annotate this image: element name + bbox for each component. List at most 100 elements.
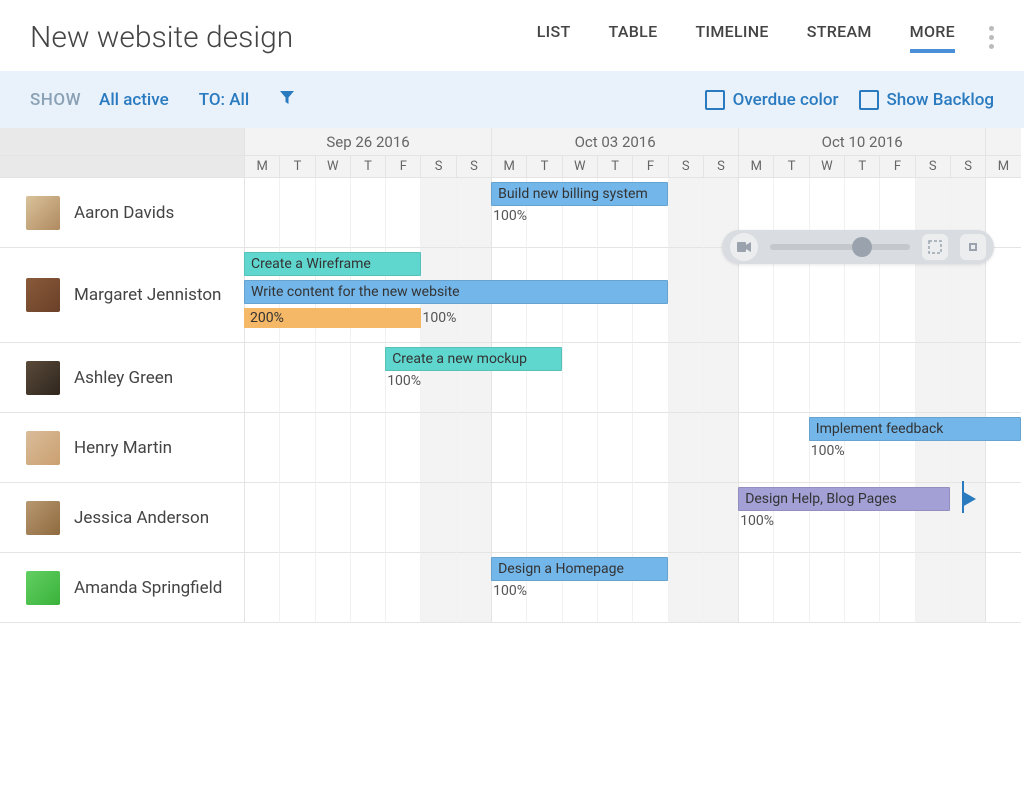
gantt-cell[interactable] — [668, 553, 703, 623]
gantt-cell[interactable] — [350, 553, 385, 623]
zoom-slider-track[interactable] — [770, 244, 910, 250]
gantt-cell[interactable] — [668, 248, 703, 343]
gantt-cell[interactable] — [315, 178, 350, 248]
gantt-cell[interactable] — [738, 413, 773, 483]
gantt-cell[interactable] — [385, 553, 420, 623]
person-row[interactable]: Amanda Springfield — [0, 553, 244, 623]
gantt-bar[interactable]: Implement feedback — [809, 417, 1021, 441]
gantt-cell[interactable] — [703, 553, 738, 623]
gantt-cell[interactable] — [456, 413, 491, 483]
gantt-cell[interactable] — [562, 343, 597, 413]
gantt-cell[interactable] — [244, 343, 279, 413]
gantt-cell[interactable] — [915, 343, 950, 413]
gantt-cell[interactable] — [879, 343, 914, 413]
tab-more[interactable]: MORE — [910, 22, 955, 53]
gantt-cell[interactable] — [420, 483, 455, 553]
gantt-cell[interactable] — [315, 483, 350, 553]
gantt-cell[interactable] — [668, 483, 703, 553]
person-row[interactable]: Jessica Anderson — [0, 483, 244, 553]
kebab-menu-icon[interactable] — [989, 26, 994, 49]
gantt-cell[interactable] — [315, 553, 350, 623]
gantt-cell[interactable] — [597, 483, 632, 553]
gantt-cell[interactable] — [773, 553, 808, 623]
gantt-cell[interactable] — [244, 413, 279, 483]
filter-funnel-icon[interactable] — [279, 89, 295, 110]
fullscreen-icon[interactable] — [922, 234, 948, 260]
tab-table[interactable]: TABLE — [609, 22, 658, 53]
gantt-cell[interactable] — [738, 553, 773, 623]
gantt-cell[interactable] — [879, 553, 914, 623]
gantt-cell[interactable] — [668, 413, 703, 483]
gantt-cell[interactable] — [350, 178, 385, 248]
gantt-cell[interactable] — [456, 483, 491, 553]
gantt-cell[interactable] — [244, 553, 279, 623]
gantt-cell[interactable] — [632, 483, 667, 553]
person-row[interactable]: Margaret Jenniston — [0, 248, 244, 343]
tab-list[interactable]: LIST — [537, 22, 571, 53]
gantt-cell[interactable] — [773, 413, 808, 483]
gantt-cell[interactable] — [491, 483, 526, 553]
gantt-cell[interactable] — [279, 178, 314, 248]
video-icon[interactable] — [730, 233, 758, 261]
gantt-bar[interactable]: Create a Wireframe — [244, 252, 421, 276]
gantt-cell[interactable] — [985, 248, 1020, 343]
gantt-cell[interactable] — [279, 343, 314, 413]
gantt-cell[interactable] — [526, 413, 561, 483]
tab-timeline[interactable]: TIMELINE — [695, 22, 768, 53]
gantt-cell[interactable] — [809, 343, 844, 413]
gantt-cell[interactable] — [456, 178, 491, 248]
gantt-cell[interactable] — [668, 178, 703, 248]
gantt-cell[interactable] — [738, 343, 773, 413]
gantt-cell[interactable] — [950, 553, 985, 623]
gantt-cell[interactable] — [632, 413, 667, 483]
gantt-cell[interactable] — [809, 553, 844, 623]
gantt-cell[interactable] — [526, 483, 561, 553]
gantt-cell[interactable] — [703, 413, 738, 483]
person-row[interactable]: Henry Martin — [0, 413, 244, 483]
gantt-cell[interactable] — [385, 483, 420, 553]
gantt-cell[interactable] — [350, 413, 385, 483]
gantt-cell[interactable] — [597, 343, 632, 413]
gantt-cell[interactable] — [350, 343, 385, 413]
gantt-cell[interactable] — [773, 343, 808, 413]
person-row[interactable]: Aaron Davids — [0, 178, 244, 248]
fit-icon[interactable] — [960, 234, 986, 260]
gantt-cell[interactable] — [703, 343, 738, 413]
gantt-cell[interactable] — [244, 178, 279, 248]
gantt-cell[interactable] — [950, 343, 985, 413]
gantt-cell[interactable] — [420, 178, 455, 248]
gantt-cell[interactable] — [420, 413, 455, 483]
gantt-bar[interactable]: Design Help, Blog Pages — [738, 487, 950, 511]
gantt-cell[interactable] — [985, 483, 1020, 553]
gantt-cell[interactable] — [915, 553, 950, 623]
gantt-cell[interactable] — [350, 483, 385, 553]
gantt-bar[interactable]: Design a Homepage — [491, 557, 668, 581]
gantt-cell[interactable] — [844, 553, 879, 623]
gantt-bar[interactable]: Build new billing system — [491, 182, 668, 206]
gantt-cell[interactable] — [385, 413, 420, 483]
gantt-cell[interactable] — [985, 553, 1020, 623]
filter-to-all[interactable]: TO: All — [199, 90, 250, 110]
gantt-cell[interactable] — [668, 343, 703, 413]
gantt-cell[interactable] — [315, 343, 350, 413]
gantt-cell[interactable] — [420, 553, 455, 623]
gantt-cell[interactable] — [244, 483, 279, 553]
gantt-cell[interactable] — [632, 343, 667, 413]
gantt-bar[interactable]: Write content for the new website — [244, 280, 668, 304]
tab-stream[interactable]: STREAM — [807, 22, 872, 53]
gantt-bar[interactable]: Create a new mockup — [385, 347, 562, 371]
zoom-toolbar[interactable] — [722, 230, 994, 264]
show-backlog-checkbox[interactable]: Show Backlog — [859, 90, 994, 110]
gantt-cell[interactable] — [491, 413, 526, 483]
filter-all-active[interactable]: All active — [99, 90, 169, 110]
person-row[interactable]: Ashley Green — [0, 343, 244, 413]
gantt-cell[interactable] — [279, 553, 314, 623]
gantt-cell[interactable] — [844, 343, 879, 413]
gantt-cell[interactable] — [385, 178, 420, 248]
overdue-color-checkbox[interactable]: Overdue color — [705, 90, 839, 110]
gantt-cell[interactable] — [562, 413, 597, 483]
gantt-cell[interactable] — [279, 483, 314, 553]
gantt-cell[interactable] — [562, 483, 597, 553]
gantt-cell[interactable] — [279, 413, 314, 483]
gantt-cell[interactable] — [456, 553, 491, 623]
